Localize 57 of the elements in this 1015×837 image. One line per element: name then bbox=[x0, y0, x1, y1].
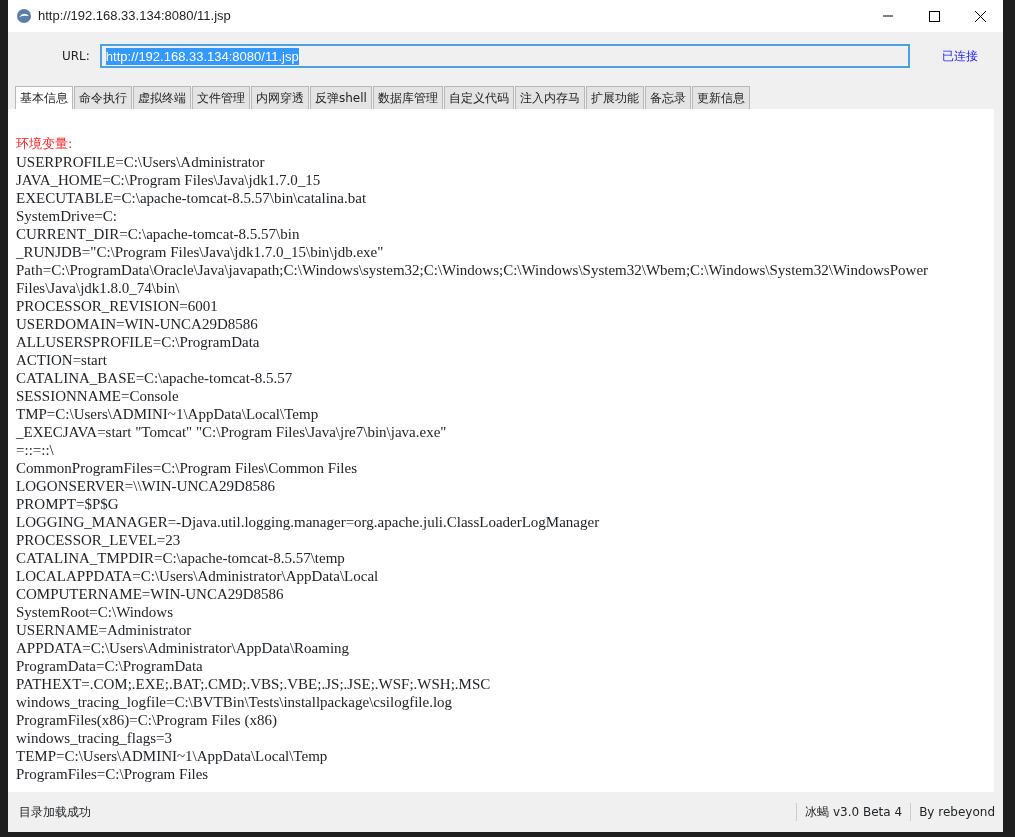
env-variable-line: =::=::\ bbox=[16, 441, 54, 459]
env-variable-line: ALLUSERSPROFILE=C:\ProgramData bbox=[16, 333, 260, 351]
env-variable-line: windows_tracing_logfile=C:\BVTBin\Tests\installpackage\csilogfile.log bbox=[16, 693, 453, 711]
close-icon bbox=[974, 10, 986, 22]
env-variable-line: COMPUTERNAME=WIN-UNCA29D8586 bbox=[16, 585, 284, 603]
env-variable-line: EXECUTABLE=C:\apache-tomcat-8.5.57\bin\catalina.bat bbox=[16, 189, 367, 207]
tab[interactable]: 扩展功能 bbox=[585, 86, 644, 109]
env-variable-line: PROCESSOR_REVISION=6001 bbox=[16, 297, 218, 315]
tab[interactable]: 命令执行 bbox=[74, 86, 132, 109]
env-variable-line: CURRENT_DIR=C:\apache-tomcat-8.5.57\bin bbox=[16, 225, 300, 243]
env-variable-line: USERDOMAIN=WIN-UNCA29D8586 bbox=[16, 315, 258, 333]
tab[interactable]: 注入内存马 bbox=[514, 86, 585, 109]
env-variable-line: LOGONSERVER=\\WIN-UNCA29D8586 bbox=[16, 477, 275, 495]
env-variable-line: APPDATA=C:\Users\Administrator\AppData\Roaming bbox=[16, 639, 350, 657]
env-variable-line: ProgramFiles=C:\Program Files bbox=[16, 765, 209, 783]
tab[interactable]: 自定义代码 bbox=[443, 86, 514, 109]
env-variable-line: ProgramFiles(x86)=C:\Program Files (x86) bbox=[16, 711, 277, 729]
status-message: 目录加载成功 bbox=[19, 804, 91, 821]
env-variable-line: LOCALAPPDATA=C:\Users\Administrator\AppData\Local bbox=[16, 567, 379, 585]
env-variable-line: windows_tracing_flags=3 bbox=[16, 729, 172, 747]
env-variable-line: SystemRoot=C:\Windows bbox=[16, 603, 174, 621]
tab[interactable]: 文件管理 bbox=[192, 86, 250, 109]
env-variable-line: CATALINA_TMPDIR=C:\apache-tomcat-8.5.57\temp bbox=[16, 549, 345, 567]
env-variable-line: _EXECJAVA=start "Tomcat" "C:\Program Files\Java\jre7\bin\java.exe" bbox=[16, 423, 447, 441]
window-title: http://192.168.33.134:8080/11.jsp bbox=[38, 7, 231, 26]
env-variable-line: CommonProgramFiles=C:\Program Files\Common Files bbox=[16, 459, 357, 477]
env-variable-line: ProgramData=C:\ProgramData bbox=[16, 657, 203, 675]
env-variable-line: TMP=C:\Users\ADMINI~1\AppData\Local\Temp bbox=[16, 405, 319, 423]
env-variable-line: TEMP=C:\Users\ADMINI~1\AppData\Local\Temp bbox=[16, 747, 328, 765]
env-variable-line: Path=C:\ProgramData\Oracle\Java\javapath;C:\Windows\system32;C:\Windows;C:\Windows\System32\Wbem;C:\Windows\System32\WindowsPower bbox=[16, 261, 929, 279]
env-variable-line: USERPROFILE=C:\Users\Administrator bbox=[16, 153, 265, 171]
env-variable-line: LOGGING_MANAGER=-Djava.util.logging.manager=org.apache.juli.ClassLoaderLogManager bbox=[16, 513, 600, 531]
env-variable-line: PROCESSOR_LEVEL=23 bbox=[16, 531, 181, 549]
env-variable-line: JAVA_HOME=C:\Program Files\Java\jdk1.7.0_15 bbox=[16, 171, 321, 189]
env-variable-line: PROMPT=$P$G bbox=[16, 495, 119, 513]
env-variable-line: Files\Java\jdk1.8.0_74\bin\ bbox=[16, 279, 180, 297]
tab[interactable]: 虚拟终端 bbox=[133, 86, 191, 109]
env-variable-line: SystemDrive=C: bbox=[16, 207, 117, 225]
env-variable-line: CATALINA_BASE=C:\apache-tomcat-8.5.57 bbox=[16, 369, 293, 387]
url-label: URL: bbox=[62, 48, 90, 65]
tab[interactable]: 基本信息 bbox=[15, 86, 73, 109]
env-variable-line: SESSIONNAME=Console bbox=[16, 387, 179, 405]
author-label: By rebeyond bbox=[910, 803, 1003, 821]
env-variable-line: ACTION=start bbox=[16, 351, 107, 369]
env-variable-line: PATHEXT=.COM;.EXE;.BAT;.CMD;.VBS;.VBE;.JS;.JSE;.WSF;.WSH;.MSC bbox=[16, 675, 491, 693]
app-logo-icon bbox=[16, 8, 32, 24]
env-variable-line: USERNAME=Administrator bbox=[16, 621, 192, 639]
tab[interactable]: 备忘录 bbox=[644, 86, 691, 109]
tab[interactable]: 数据库管理 bbox=[372, 86, 443, 109]
maximize-icon bbox=[928, 10, 940, 22]
env-variable-line: _RUNJDB="C:\Program Files\Java\jdk1.7.0_15\bin\jdb.exe" bbox=[16, 243, 384, 261]
version-label: 冰蝎 v3.0 Beta 4 bbox=[796, 803, 911, 821]
tab[interactable]: 内网穿透 bbox=[251, 86, 309, 109]
tab[interactable]: 反弹shell bbox=[310, 86, 372, 109]
tab[interactable]: 更新信息 bbox=[691, 86, 750, 109]
section-heading: 环境变量: bbox=[16, 135, 74, 153]
connection-status: 已连接 bbox=[941, 48, 978, 65]
